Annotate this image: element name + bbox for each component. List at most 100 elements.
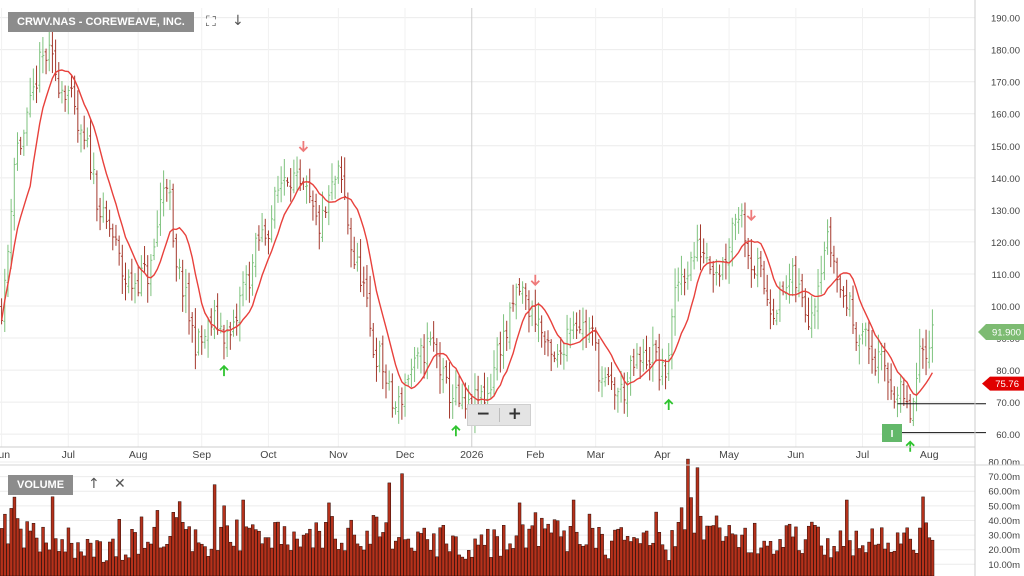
volume-bar — [219, 526, 223, 576]
volume-bar — [565, 551, 569, 576]
buy-arrow-shape — [664, 398, 674, 410]
volume-bar — [174, 517, 179, 576]
volume-bar — [613, 529, 617, 576]
volume-bar — [35, 537, 39, 576]
volume-bar — [73, 557, 77, 576]
volume-bar — [616, 528, 620, 576]
volume-bar — [359, 546, 363, 576]
price-tick-label: 130.00 — [991, 206, 1020, 217]
volume-bar — [711, 525, 716, 576]
volume-bar — [409, 547, 414, 576]
volume-bar — [63, 551, 67, 576]
volume-bar — [15, 518, 20, 576]
volume-bar — [28, 530, 33, 576]
volume-bar — [610, 540, 614, 576]
moving-average-line — [0, 69, 934, 402]
expand-icon[interactable]: ⛶ — [206, 15, 216, 29]
volume-bar — [800, 553, 804, 576]
volume-bar — [381, 532, 385, 576]
symbol-label[interactable]: CRWV.NAS - COREWEAVE, INC. — [8, 12, 194, 32]
volume-bar — [552, 519, 557, 576]
volume-bar — [908, 538, 913, 576]
sell-arrow-icon — [746, 209, 756, 222]
volume-bar — [168, 536, 172, 576]
close-icon[interactable]: ✕ — [114, 477, 126, 491]
volume-bar — [737, 547, 741, 576]
volume-bar — [143, 547, 147, 576]
volume-bar — [692, 532, 696, 576]
volume-bar — [676, 522, 681, 576]
volume-bar — [406, 538, 411, 576]
volume-bar — [502, 525, 506, 576]
price-tick-label: 140.00 — [991, 174, 1020, 185]
volume-bar — [31, 523, 36, 576]
volume-bar — [216, 550, 220, 576]
volume-bar — [136, 553, 141, 576]
volume-bar — [549, 532, 554, 576]
volume-bar — [101, 561, 106, 576]
volume-bar — [524, 547, 528, 576]
month-tick-label: May — [719, 449, 740, 461]
volume-bar — [883, 548, 887, 576]
volume-bar — [838, 530, 843, 576]
volume-bar — [562, 530, 566, 576]
volume-bar — [714, 515, 719, 576]
volume-bar — [819, 545, 824, 576]
volume-bar — [362, 549, 366, 576]
volume-bar — [775, 550, 779, 576]
volume-bar — [918, 527, 922, 576]
volume-bar — [733, 534, 738, 576]
month-tick-label: Sep — [192, 449, 211, 461]
volume-bar — [416, 531, 420, 576]
price-tick-label: 190.00 — [991, 14, 1020, 25]
volume-bar — [930, 539, 935, 576]
volume-bar — [432, 533, 436, 576]
volume-bar — [235, 519, 239, 576]
volume-bar — [511, 548, 515, 576]
volume-bar — [212, 484, 217, 576]
volume-bar — [266, 537, 271, 576]
volume-bar — [708, 525, 712, 576]
volume-bar — [263, 537, 268, 576]
zoom-in-button[interactable]: + — [500, 405, 531, 425]
volume-bar — [270, 547, 274, 576]
arrow-up-icon[interactable]: ↑ — [88, 477, 100, 491]
volume-bar — [543, 528, 547, 576]
volume-bar — [451, 535, 455, 576]
month-tick-label: Jul — [62, 449, 75, 461]
volume-bar — [670, 530, 674, 576]
volume-bar — [114, 556, 118, 576]
buy-arrow-shape — [219, 364, 229, 377]
volume-bar — [806, 525, 811, 576]
volume-bar — [123, 554, 128, 576]
volume-bar — [813, 525, 817, 576]
volume-bar — [200, 543, 204, 576]
zoom-out-button[interactable]: − — [468, 405, 499, 425]
volume-bar — [108, 541, 112, 576]
volume-bar — [787, 523, 792, 576]
volume-bar — [155, 510, 160, 576]
volume-label[interactable]: VOLUME — [8, 475, 74, 495]
volume-bar — [171, 512, 175, 576]
volume-tick-label: 20.00m — [988, 545, 1020, 556]
volume-bar — [536, 546, 541, 576]
volume-bar — [673, 546, 677, 576]
volume-bar — [19, 528, 23, 576]
volume-bar — [397, 537, 401, 576]
volume-tick-label: 30.00m — [988, 531, 1020, 542]
volume-bar — [120, 559, 125, 576]
volume-bar — [482, 544, 487, 576]
price-tick-label: 120.00 — [991, 238, 1020, 249]
volume-bar — [851, 555, 855, 576]
volume-bar — [854, 530, 859, 576]
price-tick-label: 110.00 — [992, 270, 1020, 281]
arrow-down-icon[interactable]: ↓ — [232, 14, 244, 28]
volume-bar — [441, 525, 446, 576]
chart-gridlines — [0, 8, 975, 565]
volume-bar — [794, 526, 798, 576]
month-tick-label: 2026 — [460, 449, 484, 461]
volume-bar — [638, 543, 642, 576]
volume-bar — [190, 551, 195, 576]
volume-bar — [241, 499, 245, 576]
buy-arrow-icon — [451, 425, 461, 437]
